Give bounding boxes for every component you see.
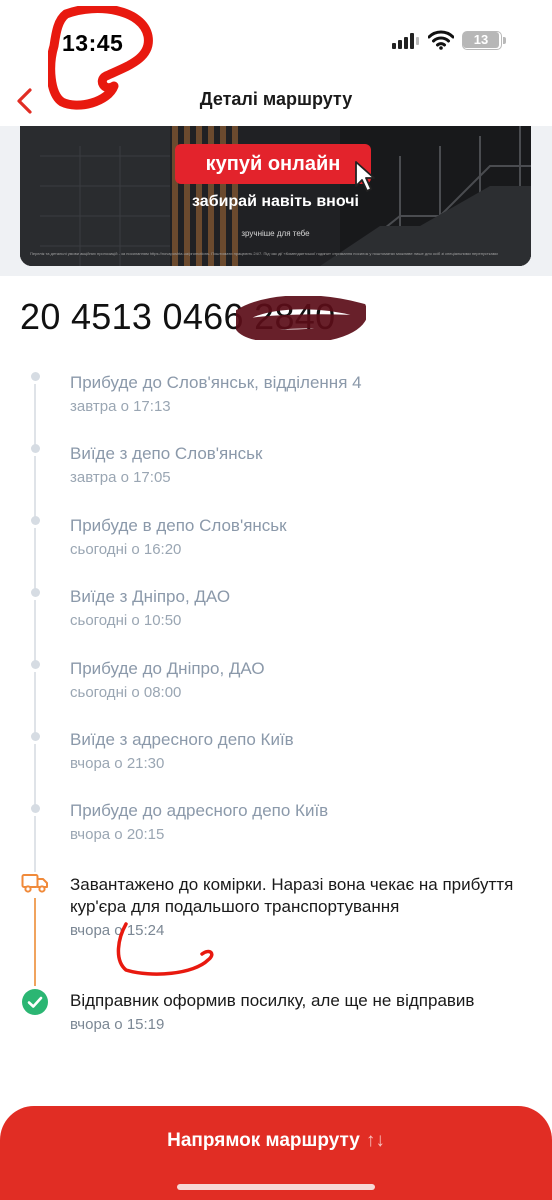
buy-online-button[interactable]: купуй онлайн [175,144,371,184]
battery-tip [503,37,506,44]
banner-area: купуй онлайн забирай навіть вночі зручні… [0,126,552,276]
timeline-item-title: Виїде з депо Слов'янськ [70,444,263,463]
timeline-item-time: завтра о 17:05 [70,469,171,486]
sort-arrows-icon: ↑↓ [365,1130,385,1151]
timeline-dot [31,444,40,453]
timeline-item-title: Виїде з адресного депо Київ [70,730,294,749]
route-direction-label: Напрямок маршруту ↑↓ [0,1130,552,1152]
timeline-connector [34,384,36,446]
timeline-item: Прибуде в депо Слов'янськ сьогодні о 16:… [70,515,540,561]
timeline-dot [31,732,40,741]
timeline-item: Прибуде до Дніпро, ДАО сьогодні о 08:00 [70,658,540,704]
timeline-item-done: Відправник оформив посилку, але ще не ві… [70,990,540,1036]
timeline-item-title: Прибуде до Дніпро, ДАО [70,659,265,678]
timeline-item-current: Завантажено до комірки. Наразі вона чека… [70,874,540,942]
timeline-item-time: завтра о 17:13 [70,398,171,415]
status-bar: 13:45 13 [0,0,552,110]
banner-small-text: зручніше для тебе [241,229,310,238]
timeline-item-time: вчора о 15:19 [70,1016,165,1033]
status-time: 13:45 [62,30,124,56]
timeline-dot [31,372,40,381]
timeline-item: Виїде з депо Слов'янськ завтра о 17:05 [70,443,540,489]
nav-header: Деталі маршруту [0,80,552,126]
timeline-item-title: Прибуде в депо Слов'янськ [70,516,287,535]
timeline-dot [31,804,40,813]
home-indicator [177,1184,375,1190]
timeline-item-time: вчора о 15:24 [70,922,165,939]
timeline-connector [34,816,36,872]
timeline-item-time: вчора о 20:15 [70,826,165,843]
timeline-item-title: Виїде з Дніпро, ДАО [70,587,231,606]
timeline-dot [31,660,40,669]
banner-subtitle: забирай навіть вночі [192,193,359,210]
check-circle-icon [22,989,48,1015]
battery-level: 13 [463,32,499,48]
timeline-dot [31,588,40,597]
timeline-item: Виїде з Дніпро, ДАО сьогодні о 10:50 [70,586,540,632]
timeline-item-time: сьогодні о 10:50 [70,612,182,629]
tracking-number: 20 4513 0466 2840 [20,296,336,337]
timeline-connector [34,456,36,518]
timeline-item-title: Прибуде до адресного депо Київ [70,801,329,820]
truck-icon [21,874,48,893]
cursor-icon [355,161,375,192]
banner-fine-print: Перелік та детальні умови акційних пропо… [30,251,498,256]
timeline-connector [34,528,36,590]
timeline-item-time: вчора о 21:30 [70,755,165,772]
timeline-item: Прибуде до адресного депо Київ вчора о 2… [70,800,540,846]
timeline-item-time: сьогодні о 16:20 [70,541,182,558]
timeline-item-title: Відправник оформив посилку, але ще не ві… [70,991,475,1010]
promo-banner[interactable]: купуй онлайн забирай навіть вночі зручні… [20,126,531,266]
timeline-connector [34,600,36,662]
signal-icon [392,33,419,49]
timeline-connector [34,672,36,734]
timeline-item: Виїде з адресного депо Київ вчора о 21:3… [70,729,540,775]
timeline-item-title: Завантажено до комірки. Наразі вона чека… [70,875,514,916]
timeline-item-title: Прибуде до Слов'янськ, відділення 4 [70,373,362,392]
page-title: Деталі маршруту [199,89,353,109]
timeline-dot [31,516,40,525]
timeline-connector-active [34,898,36,986]
wifi-icon [428,30,454,50]
route-direction-text: Напрямок маршруту [167,1130,360,1151]
battery-icon: 13 [462,31,502,50]
timeline-item-time: сьогодні о 08:00 [70,684,182,701]
timeline-connector [34,744,36,806]
timeline-item: Прибуде до Слов'янськ, відділення 4 завт… [70,372,540,418]
